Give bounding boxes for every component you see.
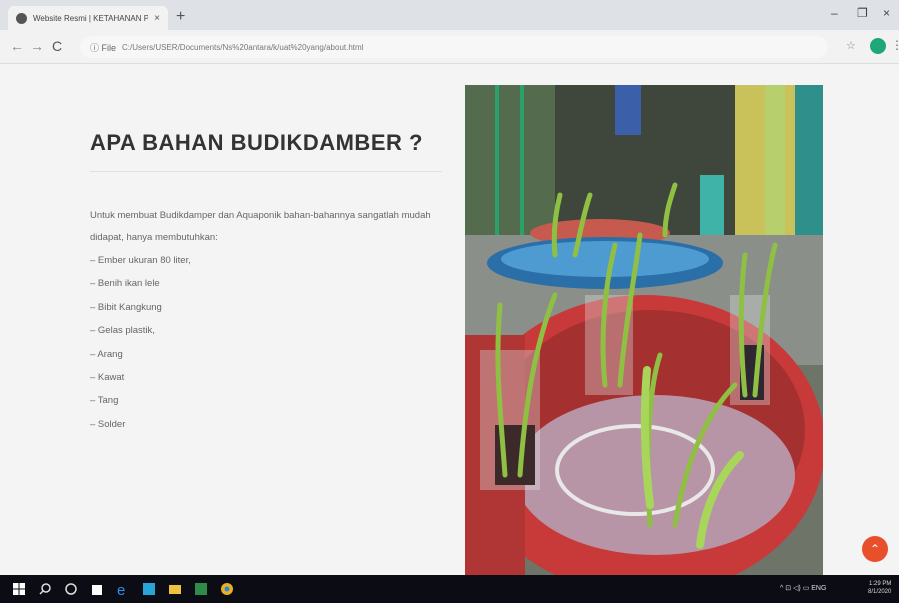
browser-tab[interactable]: Website Resmi | KETAHANAN P... ×: [8, 6, 168, 30]
profile-avatar[interactable]: [870, 38, 886, 54]
address-bar[interactable]: ⓘ File C:/Users/USER/Documents/Ns%20anta…: [80, 36, 828, 58]
url-text[interactable]: C:/Users/USER/Documents/Ns%20antara/k/ua…: [122, 43, 363, 52]
bookmark-star-icon[interactable]: ☆: [846, 39, 856, 52]
materials-list: – Ember ukuran 80 liter, – Benih ikan le…: [90, 249, 191, 436]
back-button[interactable]: ←: [10, 38, 24, 54]
budikdamber-photo: [465, 85, 823, 575]
heading-divider: [90, 171, 442, 172]
page-content: APA BAHAN BUDIKDAMBER ? Untuk membuat Bu…: [0, 65, 899, 575]
task-view-icon[interactable]: [64, 582, 78, 596]
list-item: – Arang: [90, 348, 123, 360]
windows-start-icon[interactable]: [12, 582, 26, 596]
forward-button[interactable]: →: [30, 38, 44, 54]
chevron-up-icon: ⌃: [869, 542, 881, 556]
photo-illustration: [465, 85, 823, 575]
intro-paragraph: Untuk membuat Budikdamper dan Aquaponik …: [90, 210, 431, 243]
list-item: – Ember ukuran 80 liter,: [90, 255, 191, 266]
taskbar-clock[interactable]: 1:29 PM 8/1/2020: [868, 580, 891, 596]
tab-title: Website Resmi | KETAHANAN P...: [33, 13, 149, 23]
tab-close-icon[interactable]: ×: [154, 13, 160, 24]
page-heading: APA BAHAN BUDIKDAMBER ?: [90, 130, 423, 155]
reload-button[interactable]: C: [52, 38, 62, 54]
site-info-icon[interactable]: ⓘ File: [90, 41, 116, 54]
svg-text:e: e: [117, 582, 125, 596]
list-item: – Kawat: [90, 372, 125, 384]
list-item: – Tang: [90, 395, 119, 407]
system-tray[interactable]: ^ ⊡ ◁) ▭ ENG: [780, 584, 826, 592]
list-item: – Benih ikan lele: [90, 278, 160, 290]
app-icon[interactable]: [142, 582, 156, 596]
minimize-button[interactable]: –: [831, 6, 838, 20]
excel-icon[interactable]: [194, 582, 208, 596]
list-item: – Gelas plastik,: [90, 325, 155, 337]
browser-menu-button[interactable]: ⋮: [891, 38, 899, 52]
search-icon[interactable]: [38, 582, 52, 596]
clock-date: 8/1/2020: [868, 589, 892, 595]
restore-button[interactable]: ❐: [857, 6, 868, 20]
store-icon[interactable]: [90, 582, 104, 596]
clock-time: 1:29 PM: [869, 581, 892, 587]
window-close-button[interactable]: ×: [883, 6, 890, 20]
list-item: – Solder: [90, 418, 126, 430]
scroll-to-top-button[interactable]: ⌃: [862, 536, 888, 562]
site-favicon-icon: [16, 12, 27, 24]
browser-tab-bar: Website Resmi | KETAHANAN P... × + – ❐ ×: [0, 0, 899, 30]
browser-toolbar: ← → C ⓘ File C:/Users/USER/Documents/Ns%…: [0, 30, 899, 64]
windows-taskbar: e ^ ⊡ ◁) ▭ ENG 1:29 PM 8/1/2020: [0, 575, 899, 603]
list-item: – Bibit Kangkung: [90, 301, 162, 313]
file-explorer-icon[interactable]: [168, 582, 182, 596]
chrome-icon[interactable]: [220, 582, 234, 596]
edge-browser-icon[interactable]: e: [116, 582, 130, 596]
new-tab-button[interactable]: +: [176, 8, 185, 26]
